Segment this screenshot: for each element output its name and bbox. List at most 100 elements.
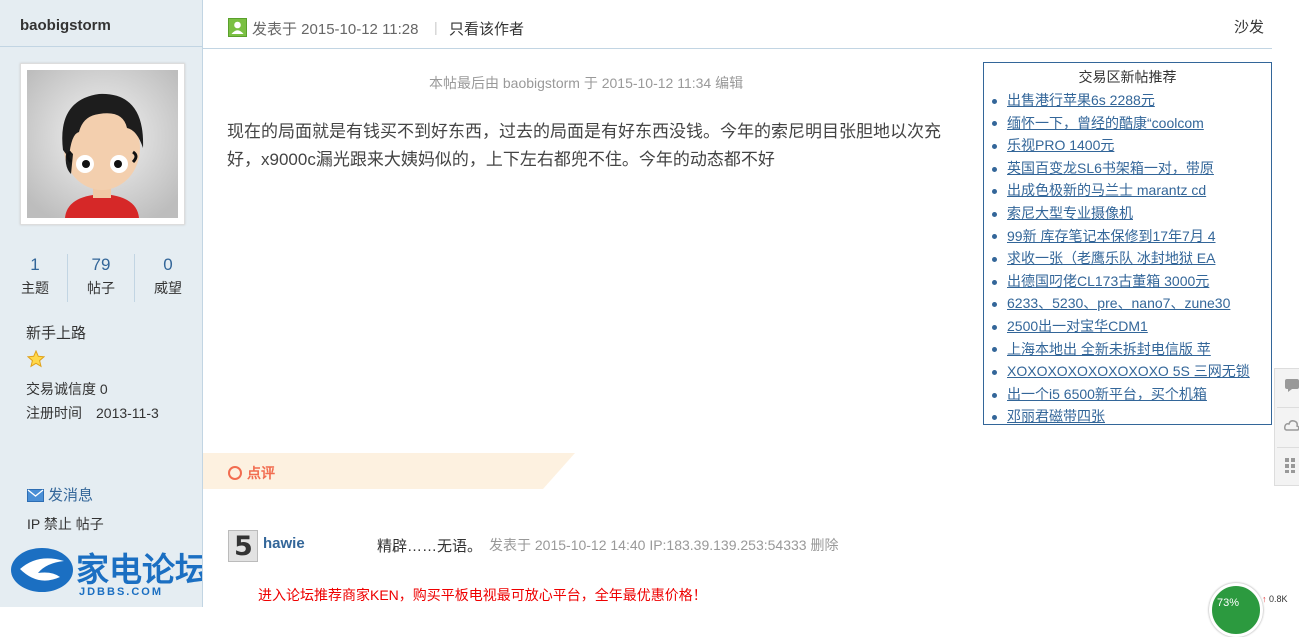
comment-text: 精辟……无语。 (377, 538, 483, 555)
recommend-link[interactable]: 6233、5230、pre、nano7、zune30 (1007, 295, 1230, 311)
bullet-icon (992, 121, 997, 127)
divider (1277, 447, 1299, 448)
author-avatar[interactable] (20, 63, 185, 225)
stat-prestige[interactable]: 0 威望 (136, 252, 200, 298)
bullet-icon (992, 279, 997, 285)
post-time: 发表于 2015-10-12 11:28 (252, 21, 419, 38)
recommend-list: 出售港行苹果6s 2288元 缅怀一下，曾经的酷康“coolcom 乐视PRO … (989, 89, 1250, 428)
admin-links[interactable]: IP 禁止 帖子 (27, 514, 104, 534)
list-item: 99新 库存笔记本保修到17年7月 4 (989, 225, 1250, 248)
recommend-link[interactable]: 缅怀一下，曾经的酷康“coolcom (1007, 115, 1204, 131)
list-item: 邓丽君磁带四张 (989, 405, 1250, 428)
list-item: 索尼大型专业摄像机 (989, 202, 1250, 225)
stat-value: 79 (91, 255, 111, 274)
comment-bubble-icon[interactable] (1284, 377, 1299, 393)
user-group[interactable]: 新手上路 (26, 322, 86, 343)
recommend-link[interactable]: 2500出一对宝华CDM1 (1007, 318, 1148, 334)
bullet-icon (992, 211, 997, 217)
logo-cn-text: 家电论坛 (76, 551, 202, 588)
edit-note: 本帖最后由 baobigstorm 于 2015-10-12 11:34 编辑 (429, 75, 744, 91)
recommend-title: 交易区新帖推荐 (1078, 69, 1177, 85)
envelope-icon (27, 489, 44, 506)
recommend-link[interactable]: 出售港行苹果6s 2288元 (1007, 92, 1155, 108)
divider (0, 46, 202, 47)
register-label: 注册时间 (26, 405, 82, 421)
list-item: 英国百变龙SL6书架箱一对，带原 (989, 157, 1250, 180)
recommend-link[interactable]: 出成色极新的马兰士 marantz cd (1007, 182, 1206, 198)
stat-value: 1 (30, 255, 40, 274)
list-item: 出售港行苹果6s 2288元 (989, 89, 1250, 112)
list-item: 求收一张（老鹰乐队 冰封地狱 EA (989, 247, 1250, 270)
comments-tab[interactable]: 点评 (228, 463, 275, 483)
list-item: 缅怀一下，曾经的酷康“coolcom (989, 112, 1250, 135)
stat-posts[interactable]: 79 帖子 (69, 252, 133, 298)
author-sidebar: baobigstorm 1 主题 79 帖子 0 威望 新手上路 交易诚信度 0… (0, 0, 208, 607)
star-icon (26, 349, 46, 373)
bullet-icon (992, 166, 997, 172)
comments-tab-label: 点评 (247, 465, 275, 481)
list-item: 上海本地出 全新未拆封电信版 苹 (989, 338, 1250, 361)
stat-topics[interactable]: 1 主题 (3, 252, 67, 298)
grid-icon[interactable] (1284, 457, 1299, 473)
bullet-icon (992, 324, 997, 330)
author-name-link[interactable]: baobigstorm (20, 17, 111, 34)
divider (1277, 407, 1299, 408)
bullet-icon (992, 415, 997, 421)
recommend-link[interactable]: 出德国叼佬CL173古董箱 3000元 (1007, 273, 1209, 289)
network-percent: 73% (1217, 597, 1240, 609)
commenter-name-link[interactable]: hawie (263, 535, 305, 552)
bullet-icon (992, 392, 997, 398)
post-content: 现在的局面就是有钱买不到好东西，过去的局面是有好东西没钱。今年的索尼明目张胆地以… (227, 122, 941, 169)
send-message-link[interactable]: 发消息 (27, 484, 93, 506)
recommend-link[interactable]: 索尼大型专业摄像机 (1007, 205, 1133, 221)
separator: | (434, 19, 438, 35)
recommend-link[interactable]: 出一个i5 6500新平台，买个机箱 (1007, 386, 1207, 402)
recommend-link[interactable]: 乐视PRO 1400元 (1007, 137, 1114, 153)
author-stats: 1 主题 79 帖子 0 威望 (3, 252, 202, 304)
avatar-image (27, 70, 178, 218)
list-item: 出一个i5 6500新平台，买个机箱 (989, 383, 1250, 406)
network-monitor-badge[interactable] (1209, 583, 1263, 637)
circle-icon (228, 466, 242, 480)
only-author-link[interactable]: 只看该作者 (449, 18, 524, 39)
divider (67, 254, 68, 302)
bullet-icon (992, 302, 997, 308)
site-logo[interactable]: 家电论坛 JDBBS.COM (8, 545, 208, 607)
bullet-icon (992, 189, 997, 195)
list-item: XOXOXOXOXOXOXOXO 5S 三网无锁 (989, 360, 1250, 383)
bullet-icon (992, 369, 997, 375)
recommend-link[interactable]: XOXOXOXOXOXOXOXO 5S 三网无锁 (1007, 363, 1250, 379)
arrow-up-icon: ↑ (1262, 594, 1270, 604)
online-user-icon (228, 18, 247, 42)
trade-credit: 交易诚信度 0 (26, 381, 108, 397)
register-date: 2013-11-3 (96, 405, 159, 421)
stat-label: 主题 (21, 280, 49, 296)
stat-label: 帖子 (87, 280, 115, 296)
network-speed: ↑ 0.8K (1262, 594, 1288, 604)
list-item: 出德国叼佬CL173古董箱 3000元 (989, 270, 1250, 293)
recommend-link[interactable]: 邓丽君磁带四张 (1007, 408, 1105, 424)
recommend-link[interactable]: 英国百变龙SL6书架箱一对，带原 (1007, 160, 1214, 176)
bullet-icon (992, 256, 997, 262)
recommend-link[interactable]: 99新 库存笔记本保修到17年7月 4 (1007, 228, 1216, 244)
bullet-icon (992, 143, 997, 149)
post-header: 发表于 2015-10-12 11:28 | 只看该作者 沙发 (203, 0, 1272, 49)
recommend-link[interactable]: 上海本地出 全新未拆封电信版 苹 (1007, 341, 1211, 357)
ad-link[interactable]: 进入论坛推荐商家KEN，购买平板电视最可放心平台，全年最优惠价格！ (258, 585, 707, 605)
avatar-text: 5 (234, 531, 253, 562)
bullet-icon (992, 347, 997, 353)
list-item: 乐视PRO 1400元 (989, 134, 1250, 157)
comment-meta[interactable]: 发表于 2015-10-12 14:40 IP:183.39.139.253:5… (489, 535, 838, 555)
network-speed-value: 0.8K (1269, 594, 1288, 604)
recommend-link[interactable]: 求收一张（老鹰乐队 冰封地狱 EA (1007, 250, 1215, 266)
floor-number[interactable]: 沙发 (1234, 16, 1264, 37)
commenter-avatar[interactable]: 5 (228, 530, 258, 562)
recommend-box: 交易区新帖推荐 出售港行苹果6s 2288元 缅怀一下，曾经的酷康“coolco… (983, 62, 1272, 425)
floating-toolbar (1274, 368, 1299, 486)
list-item: 2500出一对宝华CDM1 (989, 315, 1250, 338)
stat-value: 0 (163, 255, 173, 274)
bullet-icon (992, 98, 997, 104)
cloud-icon[interactable] (1284, 417, 1299, 433)
list-item: 6233、5230、pre、nano7、zune30 (989, 292, 1250, 315)
logo-en-text: JDBBS.COM (79, 586, 163, 598)
